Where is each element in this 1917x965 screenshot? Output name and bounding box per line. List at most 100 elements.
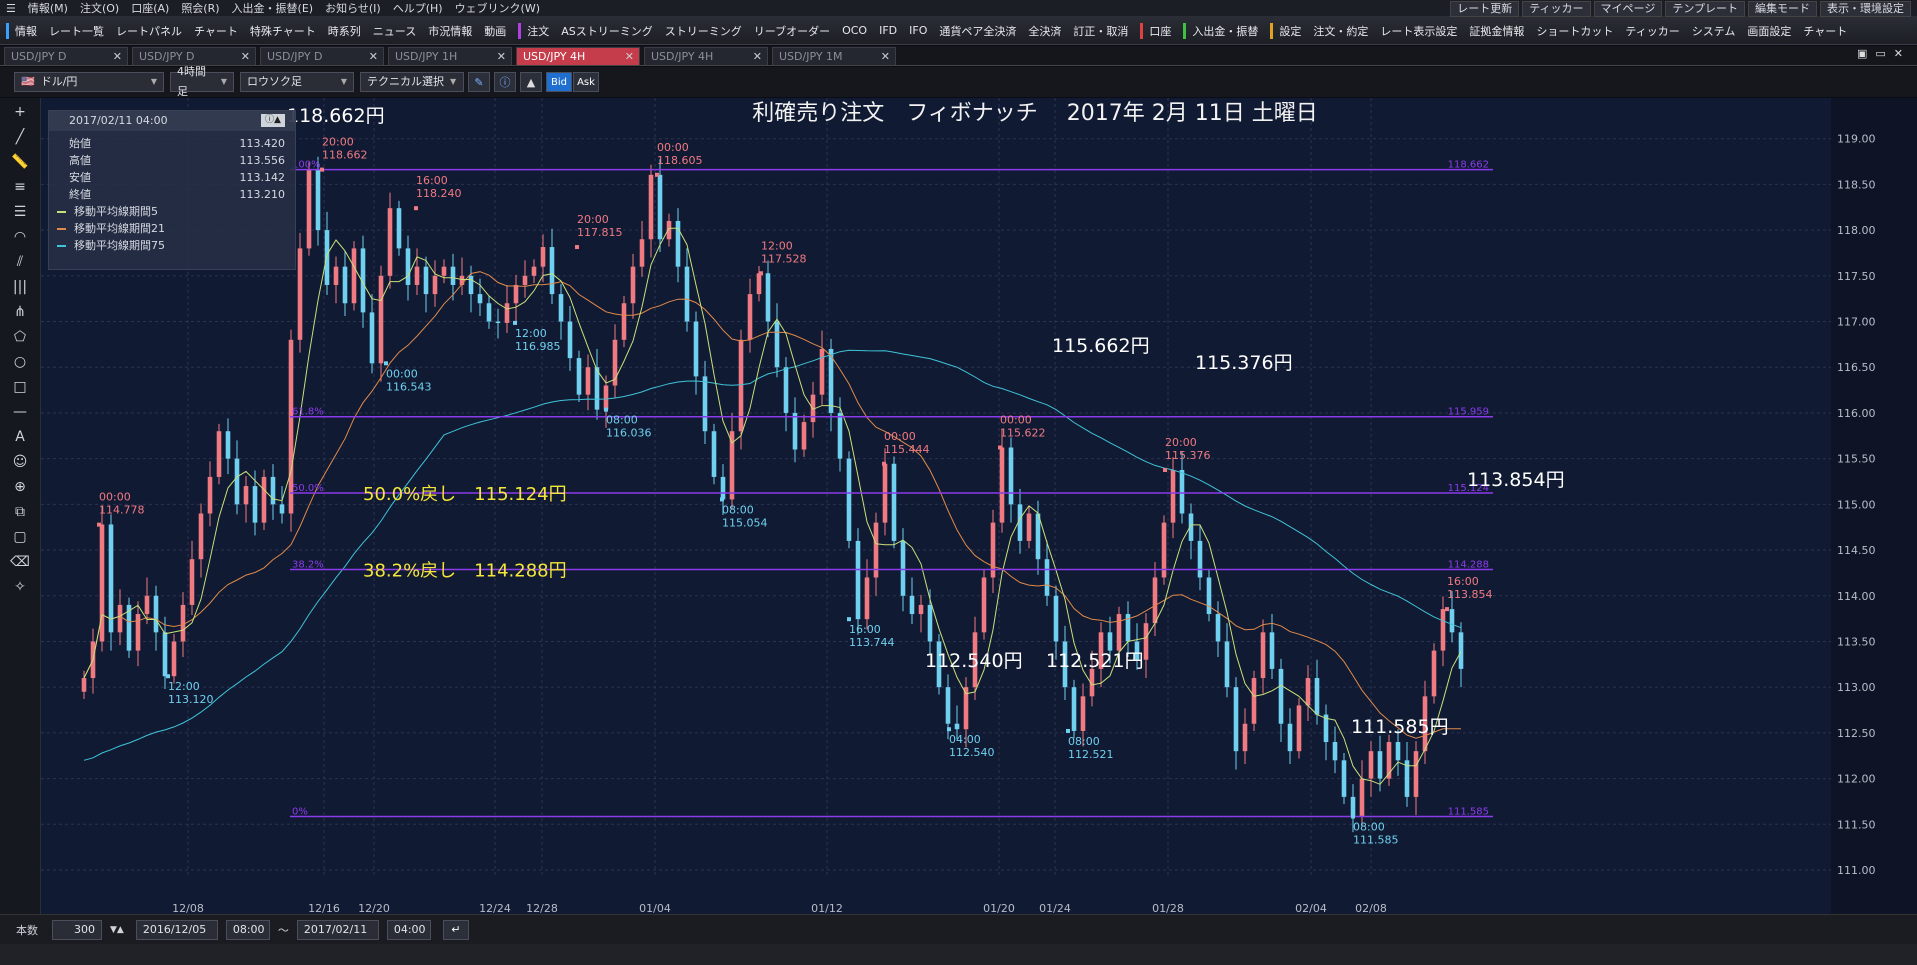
toolbar-item[interactable]: リーブオーダー (748, 23, 836, 39)
toolbar-item[interactable]: 設定 (1273, 23, 1307, 39)
chart-tab[interactable]: USD/JPY 1H ✕ (388, 46, 512, 66)
toolbar-item[interactable]: 動画 (478, 23, 512, 39)
toolbar-item[interactable]: レートパネル (110, 23, 188, 39)
chart-tab[interactable]: USD/JPY D ✕ (260, 46, 384, 66)
channel-icon[interactable]: ☰ (7, 202, 33, 223)
toolbar-item[interactable]: 注文 (521, 23, 555, 39)
menu-item[interactable]: お知らせ(I) (319, 0, 387, 16)
chart-area[interactable]: 111.00 111.50 112.00 112.50 113.00 113.50 114.… (41, 98, 1917, 914)
chart-tab[interactable]: USD/JPY 4H ✕ (516, 46, 640, 66)
right-menu-item[interactable]: ティッカー (1522, 0, 1591, 17)
chart-tab[interactable]: USD/JPY 1M ✕ (772, 46, 896, 66)
toolbar-item[interactable]: IFO (903, 24, 933, 37)
menu-item[interactable]: ウェブリンク(W) (449, 0, 546, 16)
magic-icon[interactable]: ✧ (7, 577, 33, 598)
copy-icon[interactable]: ⧉ (7, 502, 33, 523)
toolbar-item[interactable]: レート一覧 (43, 23, 110, 39)
rectangle-icon[interactable]: □ (7, 377, 33, 398)
to-time-field[interactable]: 04:00 (386, 919, 431, 940)
close-tab-icon[interactable]: ✕ (625, 48, 634, 66)
from-date-field[interactable]: 2016/12/05 (135, 919, 218, 940)
toolbar-item[interactable]: チャート (1797, 23, 1853, 39)
text-icon[interactable]: A (7, 427, 33, 448)
trendline-icon[interactable]: ╱ (7, 127, 33, 148)
pentagon-icon[interactable]: ⬠ (7, 327, 33, 348)
menu-item[interactable]: 情報(M) (22, 0, 74, 16)
toolbar-item[interactable]: ニュース (367, 23, 422, 39)
chart-tab[interactable]: USD/JPY 4H ✕ (644, 46, 768, 66)
toolbar-item[interactable]: 特殊チャート (244, 23, 322, 39)
circle-icon[interactable]: ○ (7, 352, 33, 373)
horizontal-lines-icon[interactable]: ≡ (7, 177, 33, 198)
close-tab-icon[interactable]: ✕ (753, 48, 762, 66)
right-menu-item[interactable]: 表示・環境設定 (1820, 0, 1911, 17)
currency-pair-select[interactable]: 🇺🇸 ドル/円 ▼ (14, 72, 164, 92)
chart-tab[interactable]: USD/JPY D ✕ (4, 46, 128, 66)
chart-type-select[interactable]: ロウソク足 ▼ (240, 72, 354, 92)
menu-item[interactable]: 注文(O) (74, 0, 125, 16)
toolbar-item[interactable]: OCO (836, 24, 873, 37)
close-tab-icon[interactable]: ✕ (113, 48, 122, 66)
toolbar-item[interactable]: ASストリーミング (555, 23, 659, 39)
candlestick-chart[interactable]: 111.00 111.50 112.00 112.50 113.00 113.50 114.… (41, 98, 1917, 914)
timeframe-select[interactable]: 4時間足 ▼ (170, 65, 234, 98)
toolbar-item[interactable]: IFD (873, 24, 903, 37)
toolbar-item[interactable]: ショートカット (1530, 23, 1619, 39)
right-menu-item[interactable]: テンプレート (1665, 0, 1745, 17)
right-menu-item[interactable]: マイページ (1593, 0, 1663, 17)
info-toggle-button[interactable]: ⓘ▲ (261, 114, 285, 127)
vertical-lines-icon[interactable]: ||| (7, 277, 33, 298)
toolbar-item[interactable]: 訂正・取消 (1067, 23, 1134, 39)
close-tab-icon[interactable]: ✕ (369, 48, 378, 66)
close-tab-icon[interactable]: ✕ (241, 48, 250, 66)
close-tab-icon[interactable]: ✕ (497, 48, 506, 66)
toolbar-item[interactable]: 入出金・振替 (1186, 23, 1264, 39)
toolbar-item[interactable]: 口座 (1143, 23, 1177, 39)
toolbar-item[interactable]: 注文・約定 (1307, 23, 1374, 39)
right-menu-item[interactable]: レート更新 (1450, 0, 1520, 17)
pitchfork-icon[interactable]: ⋔ (7, 302, 33, 323)
menu-item[interactable]: 口座(A) (125, 0, 175, 16)
arc-icon[interactable]: ◠ (7, 227, 33, 248)
toolbar-item[interactable]: 証拠金情報 (1463, 23, 1530, 39)
icon-stamp-icon[interactable]: ☺ (7, 452, 33, 473)
pen-button[interactable]: ✎ (468, 72, 490, 92)
app-menu-icon[interactable]: ☰ (0, 2, 22, 15)
reload-button[interactable]: ↵ (442, 919, 469, 940)
hide-icon[interactable]: ▢ (7, 527, 33, 548)
spinner-icon[interactable]: ▼▲ (110, 925, 124, 935)
toolbar-item[interactable]: 情報 (9, 23, 43, 39)
to-date-field[interactable]: 2017/02/11 (296, 919, 379, 940)
count-input[interactable]: 300 (52, 919, 102, 940)
toolbar-item[interactable]: レート表示設定 (1374, 23, 1463, 39)
zoom-icon[interactable]: ⊕ (7, 477, 33, 498)
restore-icon[interactable]: ▭ (1875, 47, 1885, 60)
ruler-icon[interactable]: 📏 (7, 152, 33, 173)
close-tab-icon[interactable]: ✕ (881, 48, 890, 66)
menu-item[interactable]: 入出金・振替(E) (226, 0, 320, 16)
menu-item[interactable]: 照会(R) (175, 0, 225, 16)
toolbar-item[interactable]: 画面設定 (1741, 23, 1797, 39)
from-time-field[interactable]: 08:00 (225, 919, 270, 940)
close-window-icon[interactable]: ✕ (1894, 47, 1903, 60)
fan-icon[interactable]: ⫽ (7, 252, 33, 273)
technical-select[interactable]: テクニカル選択 ▼ (360, 72, 464, 92)
area-chart-button[interactable]: ▲ (520, 72, 542, 92)
toolbar-item[interactable]: 通貨ペア全決済 (933, 23, 1022, 39)
bid-button[interactable]: Bid (546, 72, 572, 92)
toolbar-item[interactable]: ティッカー (1619, 23, 1685, 39)
line-icon[interactable]: — (7, 402, 33, 423)
toolbar-item[interactable]: 時系列 (322, 23, 367, 39)
eraser-icon[interactable]: ⌫ (7, 552, 33, 573)
cross-icon[interactable]: + (7, 102, 33, 123)
toolbar-item[interactable]: チャート (188, 23, 244, 39)
toolbar-item[interactable]: 全決済 (1022, 23, 1067, 39)
toolbar-item[interactable]: 市況情報 (422, 23, 478, 39)
toolbar-item[interactable]: ストリーミング (659, 23, 748, 39)
toolbar-item[interactable]: システム (1686, 23, 1742, 39)
menu-item[interactable]: ヘルプ(H) (387, 0, 449, 16)
maximize-icon[interactable]: ▣ (1857, 47, 1867, 60)
ask-button[interactable]: Ask (573, 72, 599, 92)
info-button[interactable]: ⓘ (494, 72, 516, 92)
right-menu-item[interactable]: 編集モード (1748, 0, 1817, 17)
